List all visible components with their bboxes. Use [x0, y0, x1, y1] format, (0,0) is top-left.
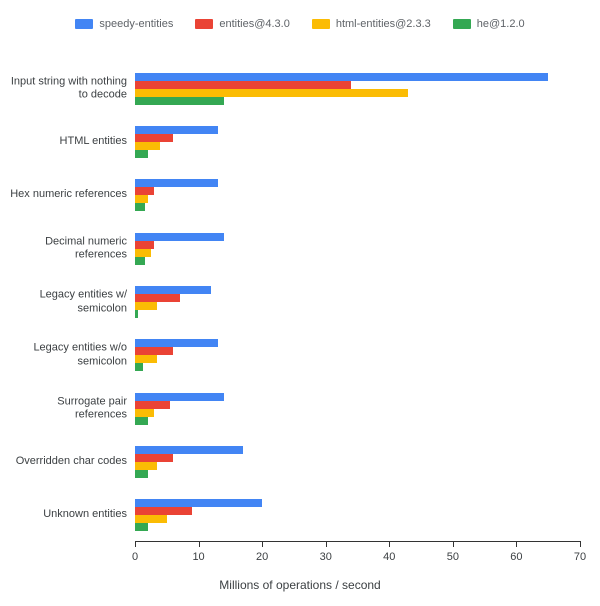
bar — [135, 203, 145, 211]
bar — [135, 515, 167, 523]
legend: speedy-entities entities@4.3.0 html-enti… — [0, 0, 600, 42]
bar — [135, 446, 243, 454]
bar — [135, 417, 148, 425]
y-category-label: HTML entities — [7, 135, 127, 149]
x-tick-label: 60 — [510, 551, 522, 563]
bar — [135, 142, 160, 150]
bar — [135, 126, 218, 134]
x-tick-label: 30 — [320, 551, 332, 563]
bar — [135, 249, 151, 257]
bar — [135, 179, 218, 187]
legend-swatch — [75, 19, 93, 29]
bar — [135, 401, 170, 409]
legend-item: speedy-entities — [75, 18, 173, 30]
legend-swatch — [453, 19, 471, 29]
x-tick — [516, 541, 517, 547]
bar — [135, 81, 351, 89]
bar — [135, 462, 157, 470]
legend-item: entities@4.3.0 — [195, 18, 290, 30]
x-tick-label: 10 — [192, 551, 204, 563]
bar — [135, 347, 173, 355]
bar — [135, 187, 154, 195]
x-tick — [199, 541, 200, 547]
x-axis-title: Millions of operations / second — [219, 578, 380, 592]
bar — [135, 339, 218, 347]
x-tick-label: 40 — [383, 551, 395, 563]
bar — [135, 499, 262, 507]
legend-label: speedy-entities — [99, 18, 173, 30]
bar — [135, 294, 180, 302]
y-category-label: Legacy entities w/o semicolon — [7, 342, 127, 370]
legend-label: he@1.2.0 — [477, 18, 525, 30]
y-category-label: Input string with nothing to decode — [7, 75, 127, 103]
bar — [135, 363, 143, 371]
bar — [135, 454, 173, 462]
legend-item: html-entities@2.3.3 — [312, 18, 431, 30]
y-category-label: Unknown entities — [7, 508, 127, 522]
legend-label: entities@4.3.0 — [219, 18, 290, 30]
x-tick-label: 70 — [574, 551, 586, 563]
bar — [135, 470, 148, 478]
legend-item: he@1.2.0 — [453, 18, 525, 30]
y-category-label: Decimal numeric references — [7, 235, 127, 263]
bar — [135, 97, 224, 105]
legend-label: html-entities@2.3.3 — [336, 18, 431, 30]
y-category-label: Overridden char codes — [7, 455, 127, 469]
x-tick — [262, 541, 263, 547]
legend-swatch — [312, 19, 330, 29]
x-tick — [453, 541, 454, 547]
x-tick-label: 20 — [256, 551, 268, 563]
benchmark-chart: speedy-entities entities@4.3.0 html-enti… — [0, 0, 600, 606]
bar — [135, 286, 211, 294]
x-tick — [135, 541, 136, 547]
legend-swatch — [195, 19, 213, 29]
x-tick — [389, 541, 390, 547]
bar — [135, 89, 408, 97]
plot-area: 010203040506070Input string with nothing… — [135, 62, 580, 542]
bar — [135, 73, 548, 81]
x-tick-label: 50 — [447, 551, 459, 563]
x-tick — [580, 541, 581, 547]
bar — [135, 150, 148, 158]
bar — [135, 310, 138, 318]
bar — [135, 241, 154, 249]
bar — [135, 355, 157, 363]
y-category-label: Hex numeric references — [7, 188, 127, 202]
bar — [135, 523, 148, 531]
bar — [135, 507, 192, 515]
bar — [135, 195, 148, 203]
y-category-label: Surrogate pair references — [7, 395, 127, 423]
y-category-label: Legacy entities w/ semicolon — [7, 288, 127, 316]
bar — [135, 134, 173, 142]
x-tick-label: 0 — [132, 551, 138, 563]
bar — [135, 257, 145, 265]
bar — [135, 409, 154, 417]
bar — [135, 233, 224, 241]
bar — [135, 393, 224, 401]
bar — [135, 302, 157, 310]
x-tick — [326, 541, 327, 547]
